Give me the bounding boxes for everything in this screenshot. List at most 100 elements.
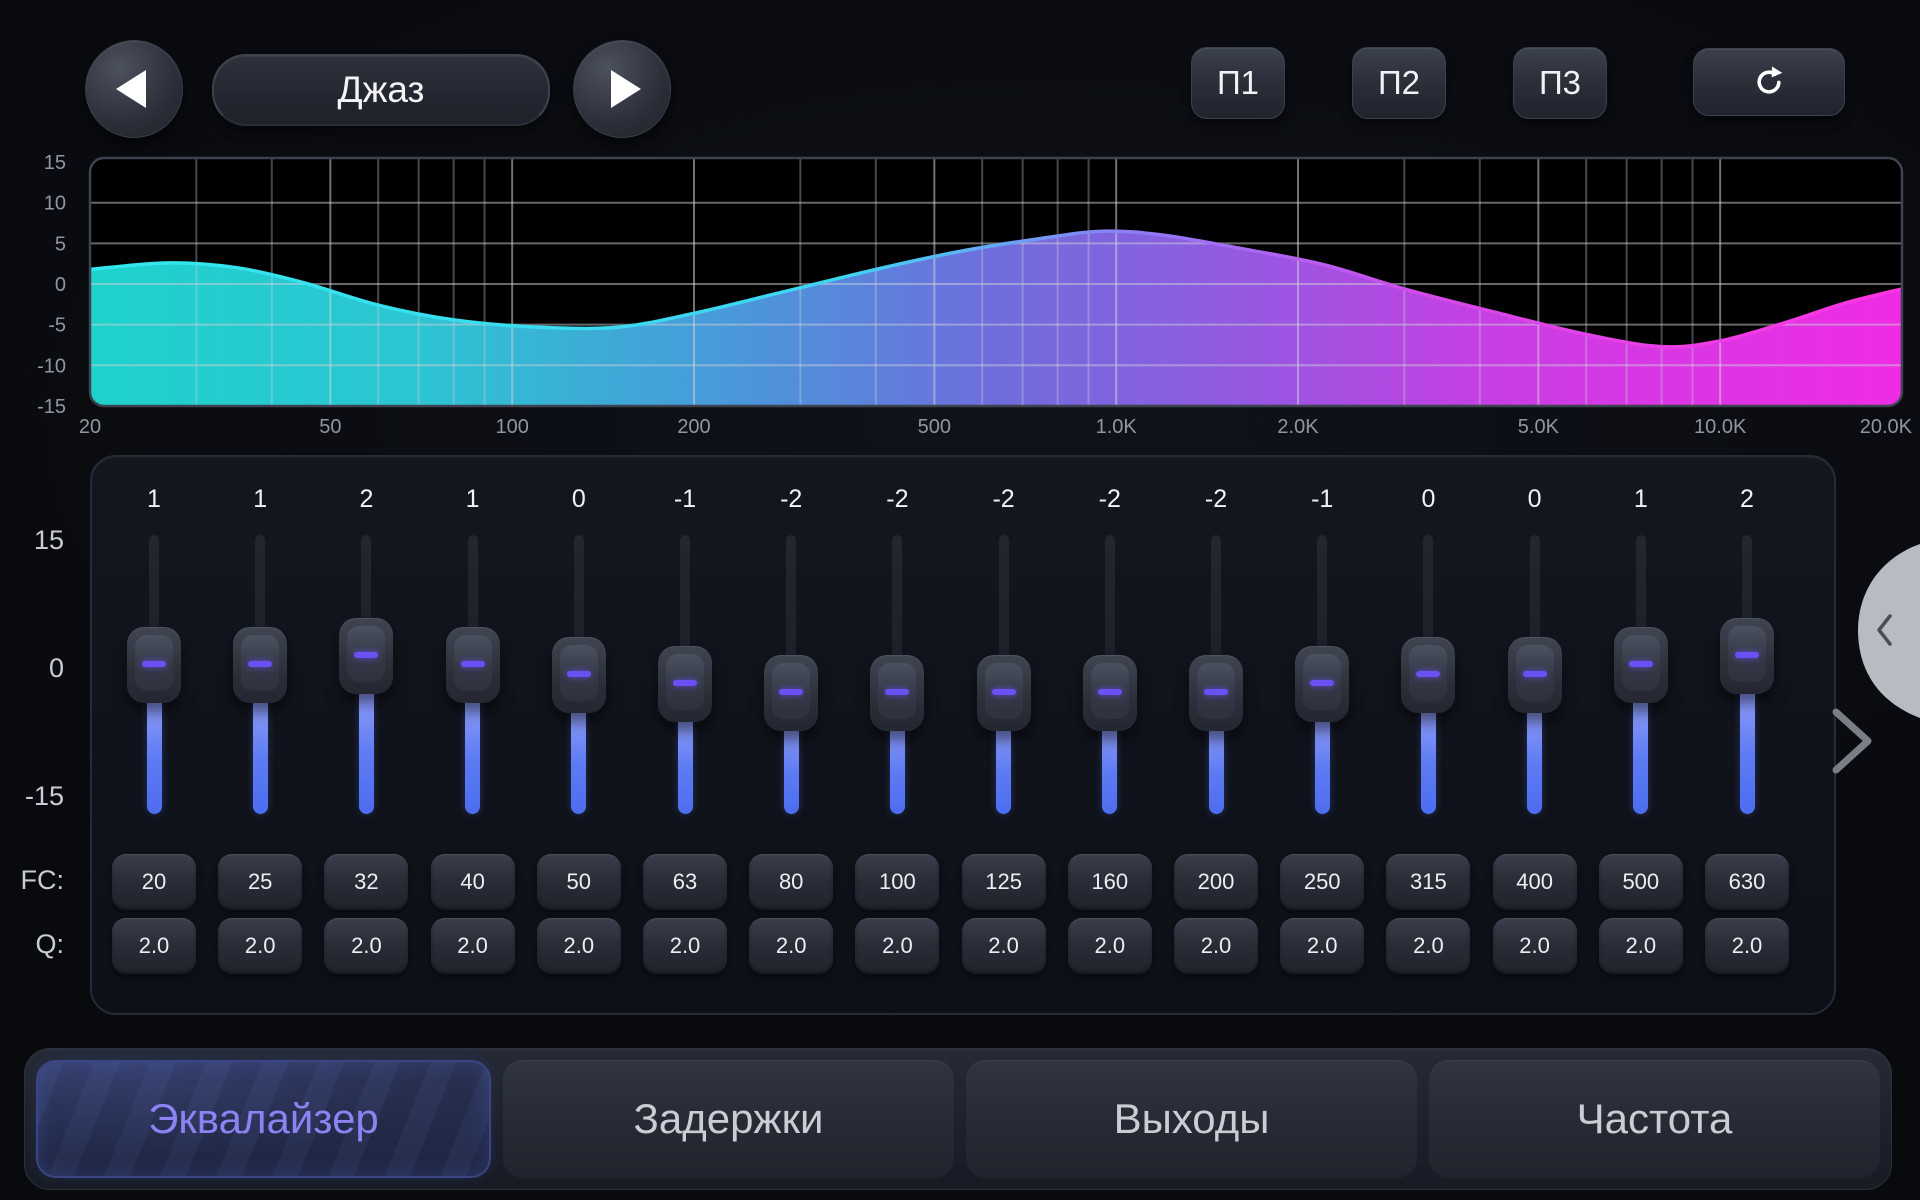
band-q-button[interactable]: 2.0	[1280, 918, 1364, 974]
band-slider-thumb[interactable]	[446, 627, 500, 703]
band-q-button[interactable]: 2.0	[324, 918, 408, 974]
band-q-button[interactable]: 2.0	[1705, 918, 1789, 974]
tab-equalizer[interactable]: Эквалайзер	[36, 1060, 491, 1178]
equalizer-screen: Джаз П1 П2 П3 151050-5-10-15205010020050…	[0, 0, 1920, 1200]
band-fc-button[interactable]: 400	[1493, 854, 1577, 910]
band-fc-button[interactable]: 40	[431, 854, 515, 910]
band-fc-button[interactable]: 20	[112, 854, 196, 910]
thumb-dash-icon	[1310, 680, 1334, 686]
eq-band-column-8: -2 100 2.0	[844, 457, 950, 1013]
band-slider-fill	[571, 702, 586, 815]
thumb-dash-icon	[1416, 671, 1440, 677]
band-q-button[interactable]: 2.0	[1599, 918, 1683, 974]
eq-curve-chart: 151050-5-10-1520501002005001.0K2.0K5.0K1…	[0, 0, 1920, 460]
eq-band-column-11: -22002.0	[1163, 457, 1269, 1013]
eq-band-column-2: 1252.0	[207, 457, 313, 1013]
band-q-button[interactable]: 2.0	[112, 918, 196, 974]
band-slider-thumb[interactable]	[552, 637, 606, 713]
band-slider-thumb[interactable]	[870, 655, 924, 731]
y-axis-tick-label: 15	[44, 152, 66, 174]
x-axis-tick-label: 10.0K	[1694, 416, 1747, 438]
eq-band-column-4: 1402.0	[420, 457, 526, 1013]
band-slider-thumb[interactable]	[127, 627, 181, 703]
band-slider-fill	[1633, 692, 1648, 814]
band-slider-thumb[interactable]	[1720, 618, 1774, 694]
band-fc-button[interactable]: 500	[1599, 854, 1683, 910]
x-axis-tick-label: 500	[918, 416, 951, 438]
band-slider-thumb[interactable]	[764, 655, 818, 731]
eq-band-column-3: 2322.0	[313, 457, 419, 1013]
eq-bands-panel: 1202.01252.02322.01402.00502.0-1632.0-28…	[90, 455, 1836, 1015]
eq-band-column-13: 0 315 2.0	[1375, 457, 1481, 1013]
x-axis-tick-label: 5.0K	[1518, 416, 1560, 438]
band-gain-value: -2	[844, 485, 950, 514]
thumb-dash-icon	[992, 689, 1016, 695]
band-q-button[interactable]: 2.0	[962, 918, 1046, 974]
bottom-tab-bar: ЭквалайзерЗадержкиВыходыЧастота	[24, 1048, 1892, 1190]
band-fc-button[interactable]: 63	[643, 854, 727, 910]
y-axis-tick-label: 10	[44, 193, 66, 215]
tab-delays[interactable]: Задержки	[503, 1060, 954, 1178]
band-fc-button[interactable]: 315	[1386, 854, 1470, 910]
band-fc-button[interactable]: 80	[749, 854, 833, 910]
drawer-handle[interactable]	[1850, 530, 1920, 730]
band-gain-value: 2	[1694, 485, 1800, 514]
band-fc-button[interactable]: 100	[855, 854, 939, 910]
band-gain-value: -1	[1269, 485, 1375, 514]
band-q-button[interactable]: 2.0	[643, 918, 727, 974]
band-q-button[interactable]: 2.0	[1174, 918, 1258, 974]
band-fc-button[interactable]: 630	[1705, 854, 1789, 910]
band-slider-thumb[interactable]	[1401, 637, 1455, 713]
thumb-dash-icon	[142, 661, 166, 667]
eq-band-column-12: -1 250 2.0	[1269, 457, 1375, 1013]
thumb-dash-icon	[567, 671, 591, 677]
band-q-button[interactable]: 2.0	[431, 918, 515, 974]
band-slider-fill	[1102, 720, 1117, 814]
band-slider-fill	[678, 711, 693, 814]
band-fc-button[interactable]: 250	[1280, 854, 1364, 910]
band-q-button[interactable]: 2.0	[218, 918, 302, 974]
band-slider-thumb[interactable]	[233, 627, 287, 703]
band-fc-button[interactable]: 25	[218, 854, 302, 910]
thumb-dash-icon	[1523, 671, 1547, 677]
band-slider-thumb[interactable]	[1508, 637, 1562, 713]
band-fc-button[interactable]: 50	[537, 854, 621, 910]
band-slider-thumb[interactable]	[1295, 646, 1349, 722]
band-gain-value: -1	[632, 485, 738, 514]
band-q-button[interactable]: 2.0	[1068, 918, 1152, 974]
band-slider-fill	[1421, 702, 1436, 815]
band-slider-thumb[interactable]	[658, 646, 712, 722]
band-fc-button[interactable]: 125	[962, 854, 1046, 910]
tab-frequency[interactable]: Частота	[1429, 1060, 1880, 1178]
band-slider-thumb[interactable]	[339, 618, 393, 694]
band-fc-button[interactable]: 200	[1174, 854, 1258, 910]
band-slider-thumb[interactable]	[1083, 655, 1137, 731]
x-axis-tick-label: 200	[677, 416, 710, 438]
band-gain-value: 1	[101, 485, 207, 514]
band-slider-thumb[interactable]	[977, 655, 1031, 731]
band-q-button[interactable]: 2.0	[537, 918, 621, 974]
thumb-dash-icon	[1098, 689, 1122, 695]
band-gain-value: -2	[1057, 485, 1163, 514]
q-row-label: Q:	[0, 930, 64, 958]
band-gain-value: 0	[1375, 485, 1481, 514]
band-q-button[interactable]: 2.0	[855, 918, 939, 974]
thumb-dash-icon	[885, 689, 909, 695]
eq-band-column-5: 0502.0	[526, 457, 632, 1013]
x-axis-tick-label: 100	[495, 416, 528, 438]
eq-band-column-10: -2 160 2.0	[1057, 457, 1163, 1013]
eq-band-column-1: 1 20 2.0	[101, 457, 207, 1013]
y-axis-tick-label: -10	[37, 355, 66, 377]
next-bands-button[interactable]	[1826, 704, 1878, 778]
band-fc-button[interactable]: 32	[324, 854, 408, 910]
band-fc-button[interactable]: 160	[1068, 854, 1152, 910]
band-slider-thumb[interactable]	[1189, 655, 1243, 731]
band-q-button[interactable]: 2.0	[1493, 918, 1577, 974]
band-q-button[interactable]: 2.0	[1386, 918, 1470, 974]
tab-outputs[interactable]: Выходы	[966, 1060, 1417, 1178]
band-slider-fill	[1740, 683, 1755, 814]
band-q-button[interactable]: 2.0	[749, 918, 833, 974]
band-gain-value: 1	[1588, 485, 1694, 514]
band-slider-fill	[1209, 720, 1224, 814]
band-slider-thumb[interactable]	[1614, 627, 1668, 703]
